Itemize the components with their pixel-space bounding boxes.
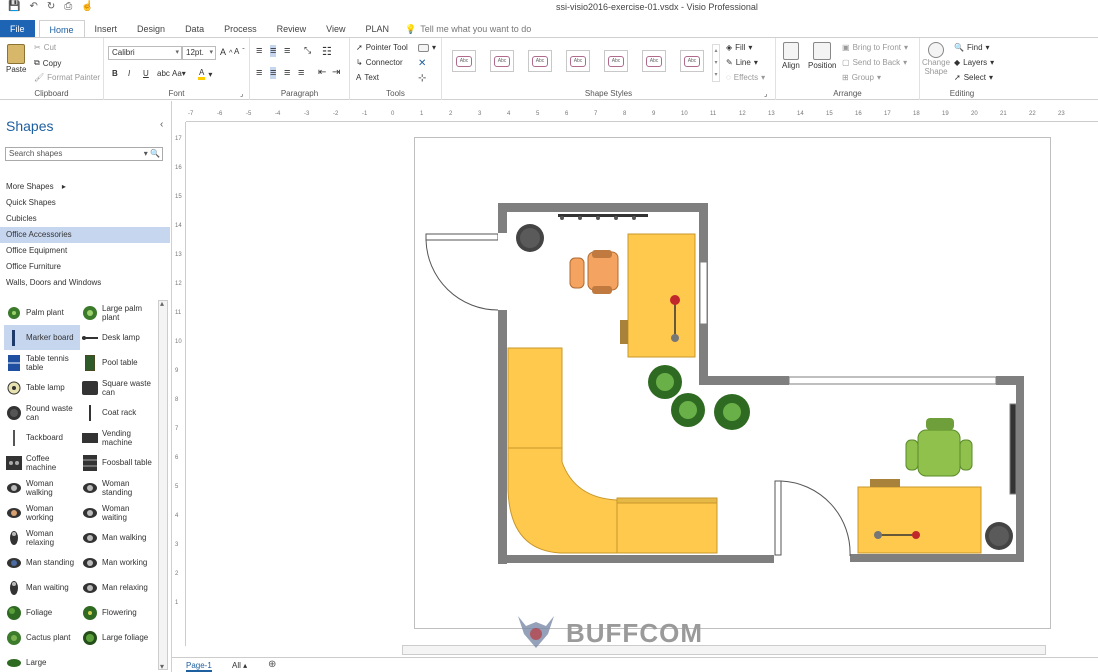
office-chair[interactable]	[569, 250, 619, 294]
triangle-up-icon: ▴	[243, 661, 248, 670]
add-page-icon[interactable]: ⊕	[268, 659, 276, 670]
watermark-text: BUFFCOM	[566, 618, 703, 648]
page-tab-bar: Page-1 All ▴ ⊕	[172, 657, 1098, 672]
all-pages-label: All	[232, 661, 241, 670]
horizontal-scrollbar[interactable]	[402, 645, 1046, 655]
round-waste-can-right[interactable]	[985, 522, 1013, 550]
floor-plan[interactable]	[0, 0, 1098, 672]
office-chair-green[interactable]	[905, 418, 973, 477]
watermark-logo-icon	[514, 612, 558, 652]
marker-board[interactable]	[558, 214, 648, 220]
desk[interactable]	[620, 233, 696, 358]
l-shaped-desk[interactable]	[507, 347, 718, 554]
page-tab[interactable]: Page-1	[186, 661, 212, 672]
all-pages-tab[interactable]: All ▴	[232, 661, 247, 670]
desk-right[interactable]	[857, 479, 982, 554]
round-waste-can[interactable]	[516, 224, 544, 252]
